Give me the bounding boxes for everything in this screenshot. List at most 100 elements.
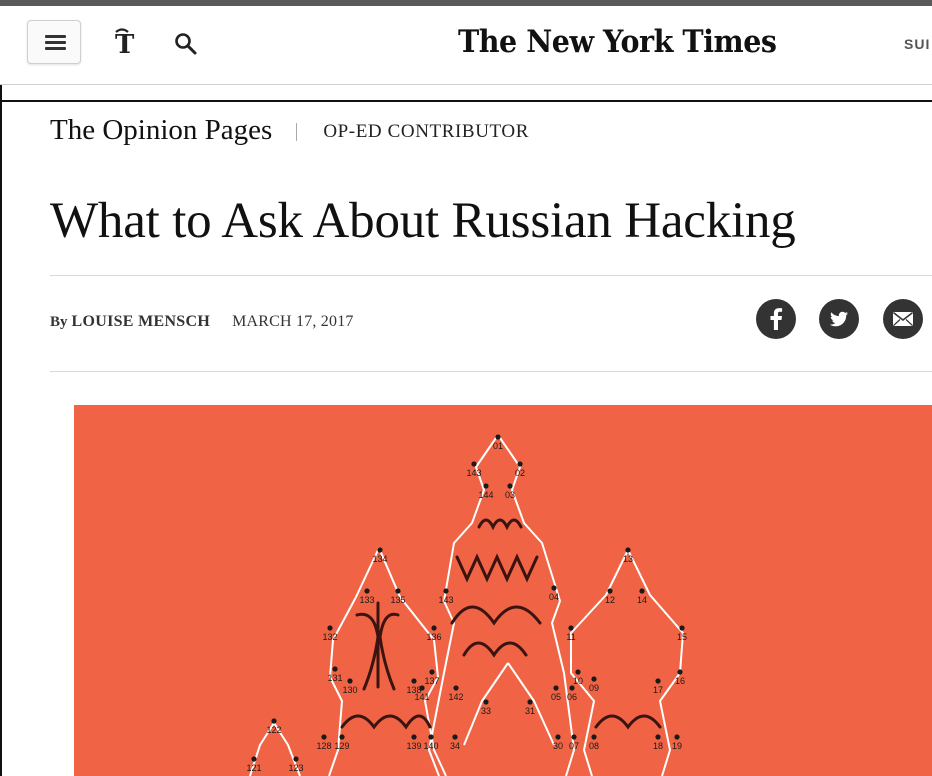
illustration-dot xyxy=(625,547,631,553)
share-email-button[interactable] xyxy=(883,299,923,339)
illustration-dot xyxy=(377,547,383,553)
illustration-dot xyxy=(517,461,523,467)
illustration-dot xyxy=(321,734,327,740)
illustration-dot-label: 03 xyxy=(505,490,515,500)
illustration-dot-label: 129 xyxy=(334,741,349,751)
illustration-dot xyxy=(679,625,685,631)
article-headline: What to Ask About Russian Hacking xyxy=(50,193,796,249)
illustration-dot-label: 141 xyxy=(414,692,429,702)
illustration-dot xyxy=(332,666,338,672)
illustration-dot xyxy=(364,588,370,594)
subscribe-link[interactable]: SUI xyxy=(904,36,930,52)
illustration-dot-label: 09 xyxy=(589,683,599,693)
dome-outlines xyxy=(249,434,684,776)
hamburger-menu-icon xyxy=(45,35,66,38)
illustration-dot xyxy=(674,734,680,740)
email-icon xyxy=(893,312,913,326)
illustration-dot-label: 130 xyxy=(342,685,357,695)
illustration-dot xyxy=(571,734,577,740)
illustration-dot-label: 30 xyxy=(553,741,563,751)
illustration-dot-label: 137 xyxy=(424,676,439,686)
illustration-dot xyxy=(568,625,574,631)
illustration-dot-label: 132 xyxy=(322,632,337,642)
illustration-dot xyxy=(327,625,333,631)
byline-author[interactable]: LOUISE MENSCH xyxy=(72,313,211,330)
illustration-dot-label: 02 xyxy=(515,468,525,478)
illustration-dot xyxy=(507,483,513,489)
byline-prefix: By xyxy=(50,314,68,330)
illustration-dot-label: 143 xyxy=(438,595,453,605)
dome-ornaments xyxy=(340,518,662,730)
window-left-edge xyxy=(0,6,2,776)
illustration-dot xyxy=(551,585,557,591)
illustration-dot xyxy=(591,676,597,682)
illustration-dot-label: 17 xyxy=(653,685,663,695)
illustration-dot-label: 16 xyxy=(675,676,685,686)
kremlin-dot-to-dot-drawing: 0102143144 03134133 135 04143132 136131130 13… xyxy=(246,434,687,776)
illustration-dot-label: 136 xyxy=(426,632,441,642)
illustration-dot xyxy=(471,461,477,467)
illustration-dot xyxy=(452,734,458,740)
section-bar: The Opinion Pages OP-ED CONTRIBUTOR xyxy=(50,114,529,147)
illustration-dot-label: 143 xyxy=(466,468,481,478)
section-separator xyxy=(296,123,298,142)
share-twitter-button[interactable] xyxy=(819,299,859,339)
illustration-dot xyxy=(431,625,437,631)
headline-divider xyxy=(50,275,932,276)
share-facebook-button[interactable] xyxy=(756,299,796,339)
illustration-dot xyxy=(655,734,661,740)
menu-button[interactable] xyxy=(27,20,81,64)
illustration-dot-label: 04 xyxy=(549,592,559,602)
illustration-dot xyxy=(411,734,417,740)
illustration-dot-label: 140 xyxy=(423,741,438,751)
illustration-dot-label: 15 xyxy=(677,632,687,642)
illustration-dot xyxy=(555,734,561,740)
byline-divider xyxy=(50,371,932,372)
illustration-dot-label: 14 xyxy=(637,595,647,605)
illustration-dot xyxy=(251,756,257,762)
illustration-dot xyxy=(339,734,345,740)
illustration-dot xyxy=(419,685,425,691)
illustration-dot xyxy=(293,756,299,762)
illustration-dot-label: 34 xyxy=(450,741,460,751)
search-icon[interactable] xyxy=(174,32,198,61)
illustration-dot xyxy=(575,669,581,675)
illustration-dot xyxy=(271,718,277,724)
illustration-dot xyxy=(495,434,501,440)
illustration-dot xyxy=(639,588,645,594)
illustration-dot-label: 121 xyxy=(246,763,261,773)
illustration-dot-label: 08 xyxy=(589,741,599,751)
illustration-dot-label: 133 xyxy=(359,595,374,605)
section-kicker[interactable]: OP-ED CONTRIBUTOR xyxy=(323,121,529,142)
nyt-t-logo-icon[interactable]: T xyxy=(112,26,142,67)
svg-text:T: T xyxy=(115,30,135,60)
section-name-link[interactable]: The Opinion Pages xyxy=(50,114,272,146)
illustration-dot xyxy=(443,588,449,594)
illustration-dot-label: 01 xyxy=(493,441,503,451)
hamburger-menu-icon-bar xyxy=(45,47,66,50)
illustration-dot xyxy=(655,678,661,684)
twitter-icon xyxy=(829,311,849,327)
illustration-dot xyxy=(553,685,559,691)
illustration-dot-label: 05 xyxy=(551,692,561,702)
illustration-dot-label: 142 xyxy=(448,692,463,702)
illustration-dot-label: 13 xyxy=(623,554,633,564)
publish-date: MARCH 17, 2017 xyxy=(232,313,354,330)
illustration-dot xyxy=(483,483,489,489)
illustration-dot-label: 122 xyxy=(266,725,281,735)
illustration-dot-label: 33 xyxy=(481,706,491,716)
illustration-dot-label: 128 xyxy=(316,741,331,751)
byline: By LOUISE MENSCH MARCH 17, 2017 xyxy=(50,313,354,331)
article-illustration: 01 02 143 144 03 134 133 135 04 143 132 136 131 130 13… xyxy=(74,405,932,776)
illustration-dot xyxy=(607,588,613,594)
illustration-dot-label: 06 xyxy=(567,692,577,702)
numbered-dots: 0102143144 03134133 135 04143132 136131130 13… xyxy=(246,434,687,773)
illustration-dot-label: 18 xyxy=(653,741,663,751)
illustration-dot-label: 10 xyxy=(573,676,583,686)
illustration-dot-label: 135 xyxy=(390,595,405,605)
illustration-dot xyxy=(429,669,435,675)
masthead-logo[interactable]: The New York Times xyxy=(458,24,777,60)
illustration-dot-label: 131 xyxy=(327,673,342,683)
illustration-dot xyxy=(453,685,459,691)
site-header: T The New York Times SUI xyxy=(0,6,932,85)
